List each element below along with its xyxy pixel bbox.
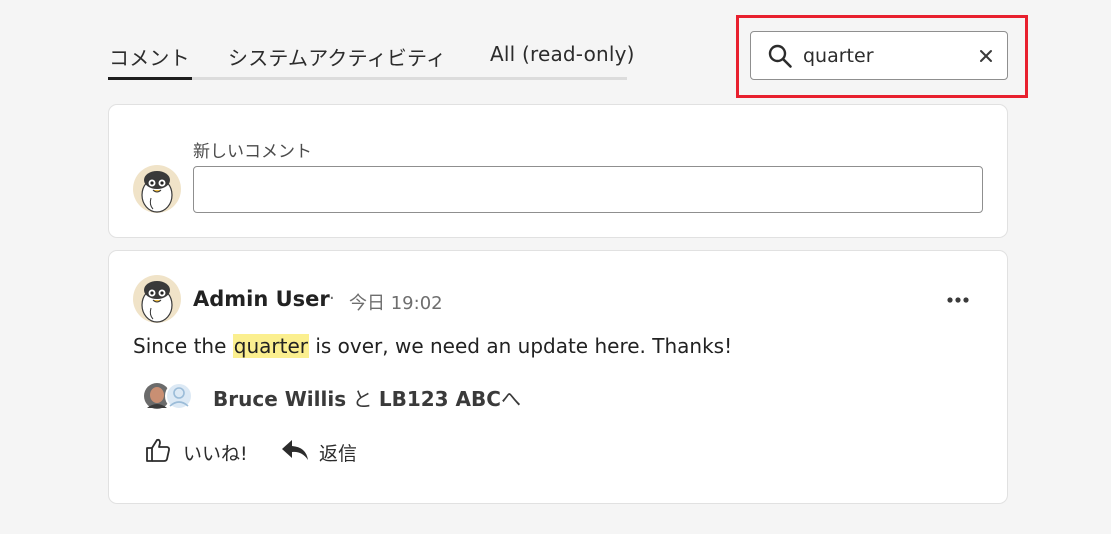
comments-panel: コメント システムアクティビティ All (read-only) 新	[0, 0, 1111, 534]
tab-system-activity[interactable]: システムアクティビティ	[228, 42, 446, 71]
new-comment-label: 新しいコメント	[193, 142, 312, 162]
thumbs-up-icon	[146, 438, 170, 462]
mention-recipients: Bruce Willis と LB123 ABCへ	[213, 383, 521, 412]
comment-author[interactable]: Admin User	[193, 287, 330, 311]
mention-avatars	[144, 382, 193, 410]
comment-text-after: is over, we need an update here. Thanks!	[308, 334, 733, 358]
mention-bruce-willis[interactable]: Bruce Willis	[213, 387, 346, 411]
close-icon[interactable]	[977, 47, 995, 65]
mention-lb123-abc[interactable]: LB123 ABC	[379, 387, 501, 411]
search-input[interactable]	[803, 32, 963, 79]
search-field[interactable]	[750, 31, 1008, 80]
comment-timestamp: 今日 19:02	[349, 293, 443, 314]
active-tab-indicator	[108, 77, 192, 80]
search-icon	[768, 44, 792, 68]
tab-comments[interactable]: コメント	[109, 42, 190, 71]
user-avatar	[133, 165, 181, 213]
comment-card: Admin User · 今日 19:02 Since the quarter …	[108, 250, 1008, 504]
lb123-abc-avatar	[165, 382, 193, 410]
reply-label: 返信	[319, 443, 358, 465]
mention-suffix: へ	[500, 387, 521, 411]
comment-body: Since the quarter is over, we need an up…	[133, 334, 732, 358]
comment-text-before: Since the	[133, 334, 233, 358]
new-comment-card: 新しいコメント	[108, 104, 1008, 238]
meta-separator: ·	[329, 288, 335, 309]
tab-bar: コメント システムアクティビティ All (read-only)	[108, 30, 635, 80]
more-options-icon[interactable]	[945, 289, 971, 311]
search-match-highlight: quarter	[232, 334, 309, 358]
like-label: いいね!	[183, 443, 248, 465]
new-comment-input[interactable]	[193, 166, 983, 213]
author-avatar	[133, 275, 181, 323]
mention-conjunction: と	[346, 387, 379, 411]
tab-all-read-only[interactable]: All (read-only)	[490, 42, 635, 66]
reply-icon	[282, 440, 308, 460]
